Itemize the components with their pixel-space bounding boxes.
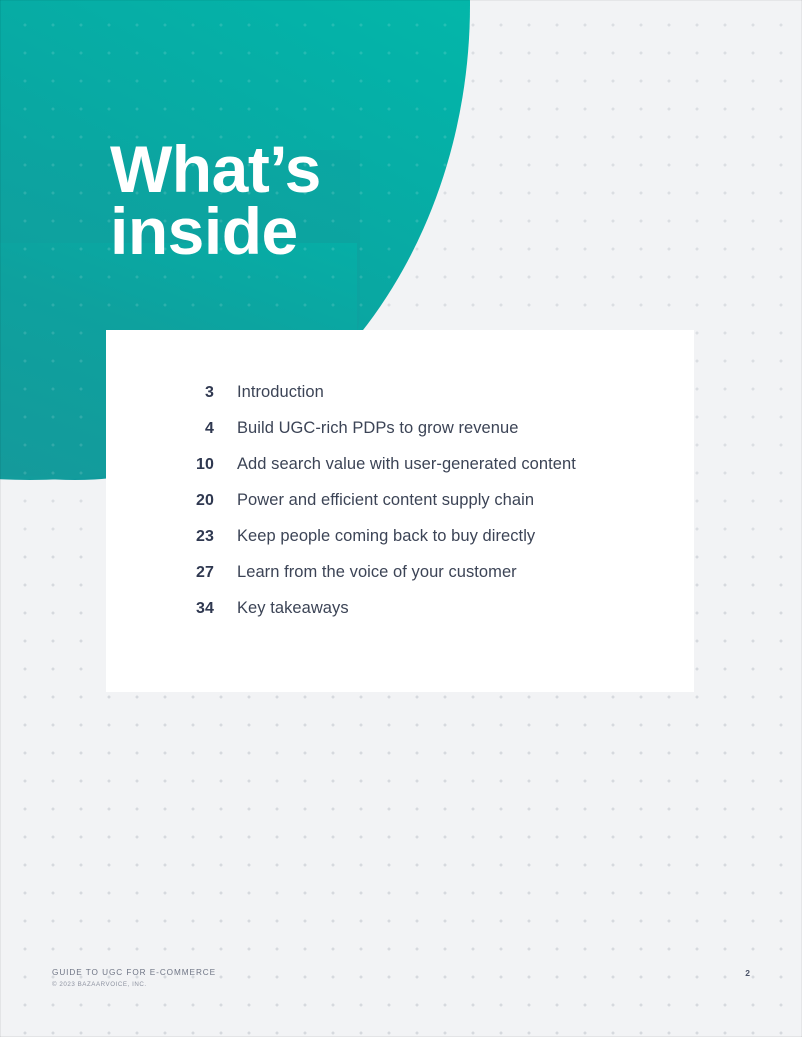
footer-document-title: GUIDE TO UGC FOR E-COMMERCE bbox=[52, 968, 217, 977]
toc-entry[interactable]: 10 Add search value with user-generated … bbox=[160, 455, 660, 491]
toc-entry-label: Learn from the voice of your customer bbox=[237, 563, 517, 581]
toc-page-number: 3 bbox=[205, 384, 214, 401]
toc-entry[interactable]: 27 Learn from the voice of your customer bbox=[160, 563, 660, 599]
toc-entry[interactable]: 23 Keep people coming back to buy direct… bbox=[160, 527, 660, 563]
table-of-contents-card: 3 Introduction 4 Build UGC-rich PDPs to … bbox=[106, 330, 694, 692]
toc-entry[interactable]: 3 Introduction bbox=[160, 383, 660, 419]
toc-page-number: 27 bbox=[196, 564, 214, 581]
toc-page-number: 10 bbox=[196, 456, 214, 473]
page-footer: GUIDE TO UGC FOR E-COMMERCE © 2023 BAZAA… bbox=[0, 968, 802, 1008]
table-of-contents-list: 3 Introduction 4 Build UGC-rich PDPs to … bbox=[160, 383, 660, 635]
page-title: What’s inside bbox=[110, 132, 321, 269]
document-page: What’s inside 3 Introduction 4 Build UGC… bbox=[0, 0, 802, 1037]
toc-entry[interactable]: 20 Power and efficient content supply ch… bbox=[160, 491, 660, 527]
toc-page-number: 34 bbox=[196, 600, 214, 617]
toc-entry-label: Key takeaways bbox=[237, 599, 349, 617]
toc-entry[interactable]: 4 Build UGC-rich PDPs to grow revenue bbox=[160, 419, 660, 455]
toc-page-number: 20 bbox=[196, 492, 214, 509]
toc-page-number: 23 bbox=[196, 528, 214, 545]
toc-entry-label: Introduction bbox=[237, 383, 324, 401]
toc-entry-label: Power and efficient content supply chain bbox=[237, 491, 535, 509]
toc-entry-label: Build UGC-rich PDPs to grow revenue bbox=[237, 419, 519, 437]
toc-entry-label: Keep people coming back to buy directly bbox=[237, 527, 536, 545]
footer-page-number: 2 bbox=[745, 968, 750, 978]
footer-copyright: © 2023 BAZAARVOICE, INC. bbox=[52, 981, 147, 988]
toc-page-number: 4 bbox=[205, 420, 214, 437]
toc-entry-label: Add search value with user-generated con… bbox=[237, 455, 576, 473]
footer-left-block: GUIDE TO UGC FOR E-COMMERCE © 2023 BAZAA… bbox=[52, 968, 216, 988]
toc-entry[interactable]: 34 Key takeaways bbox=[160, 599, 660, 635]
